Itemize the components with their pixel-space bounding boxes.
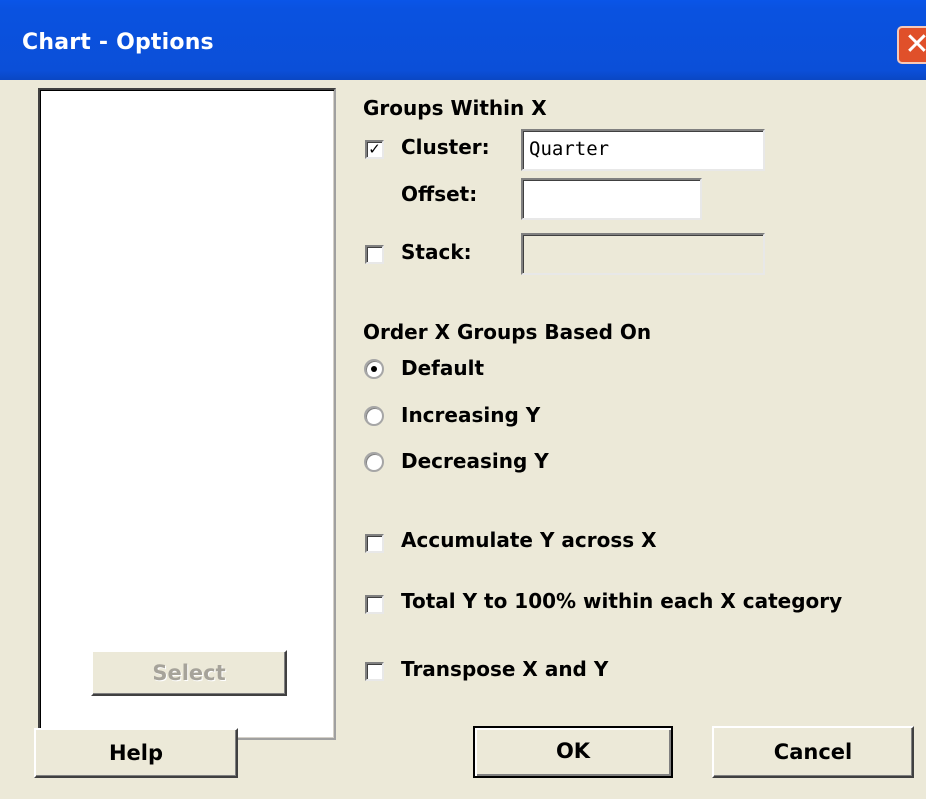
offset-field[interactable] xyxy=(521,178,702,220)
stack-label: Stack: xyxy=(401,240,472,264)
variable-listbox[interactable] xyxy=(38,88,336,740)
window-title: Chart - Options xyxy=(22,30,214,55)
radio-decreasing-y-label: Decreasing Y xyxy=(401,449,549,473)
groups-within-x-title: Groups Within X xyxy=(363,96,547,120)
title-bar: Chart - Options ✕ xyxy=(0,0,926,80)
cancel-button[interactable]: Cancel xyxy=(712,726,914,778)
close-icon[interactable]: ✕ xyxy=(897,26,926,64)
help-button[interactable]: Help xyxy=(34,728,238,778)
stack-field[interactable] xyxy=(521,233,765,275)
transpose-label: Transpose X and Y xyxy=(401,657,609,681)
total-100-checkbox[interactable] xyxy=(365,595,384,614)
radio-decreasing-y[interactable] xyxy=(364,452,384,472)
cluster-label: Cluster: xyxy=(401,135,490,159)
radio-default-label: Default xyxy=(401,356,485,380)
radio-default[interactable] xyxy=(364,359,384,379)
accumulate-checkbox[interactable] xyxy=(365,534,384,553)
cluster-checkbox[interactable]: ✓ xyxy=(365,140,384,159)
radio-increasing-y[interactable] xyxy=(364,406,384,426)
radio-increasing-y-label: Increasing Y xyxy=(401,403,541,427)
total-100-label: Total Y to 100% within each X category xyxy=(401,589,843,613)
checkmark-icon: ✓ xyxy=(368,140,381,158)
accumulate-label: Accumulate Y across X xyxy=(401,528,657,552)
offset-label: Offset: xyxy=(401,182,478,206)
order-groups-title: Order X Groups Based On xyxy=(363,320,652,344)
ok-button[interactable]: OK xyxy=(473,726,673,778)
select-button[interactable]: Select xyxy=(91,650,287,696)
transpose-checkbox[interactable] xyxy=(365,662,384,681)
cluster-field[interactable]: Quarter xyxy=(521,129,765,171)
stack-checkbox[interactable] xyxy=(365,245,384,264)
